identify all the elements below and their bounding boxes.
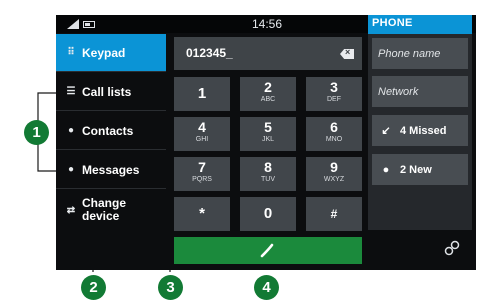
phone-name-field: Phone name xyxy=(372,38,468,69)
menu-item-label-line2: device xyxy=(82,209,120,223)
key-hash[interactable]: # xyxy=(306,197,362,231)
battery-icon xyxy=(83,21,95,28)
menu-item-label: Messages xyxy=(82,162,140,177)
menu-item-keypad[interactable]: ⠿ Keypad xyxy=(56,34,166,72)
clock: 14:56 xyxy=(252,17,283,31)
menu-item-contacts[interactable]: ● Contacts xyxy=(56,112,166,150)
menu-item-label: Contacts xyxy=(82,123,134,138)
menu-item-label-line1: Change xyxy=(82,196,127,210)
message-icon: ● xyxy=(382,163,390,176)
menu-item-label: Keypad xyxy=(82,45,126,60)
number-input[interactable]: 012345_ × xyxy=(174,37,362,70)
message-icon: ● xyxy=(67,164,75,175)
key-3[interactable]: 3 DEF xyxy=(306,77,362,111)
key-2[interactable]: 2 ABC xyxy=(240,77,296,111)
menu-item-call-lists[interactable]: ☰ Call lists xyxy=(56,73,166,111)
keypad-icon: ⠿ xyxy=(67,47,75,58)
key-star[interactable]: * xyxy=(174,197,230,231)
phone-panel-title: PHONE xyxy=(372,17,413,29)
link-icon[interactable] xyxy=(444,240,460,256)
key-1[interactable]: 1 xyxy=(174,77,230,111)
key-7[interactable]: 7 PQRS xyxy=(174,157,230,191)
key-4[interactable]: 4 GHI xyxy=(174,117,230,151)
new-messages-label: 2 New xyxy=(400,163,432,176)
menu-item-label: Call lists xyxy=(82,84,132,99)
callout-2: 2 xyxy=(81,275,106,300)
key-5[interactable]: 5 JKL xyxy=(240,117,296,151)
missed-calls-label: 4 Missed xyxy=(400,124,447,137)
menu-item-messages[interactable]: ● Messages xyxy=(56,151,166,189)
callout-1: 1 xyxy=(24,120,49,145)
menu-item-change-device[interactable]: ⇄ Change device xyxy=(56,190,166,230)
dialed-number: 012345_ xyxy=(186,46,233,60)
callout-3: 3 xyxy=(158,275,183,300)
signal-icon xyxy=(67,19,79,29)
key-0[interactable]: 0 xyxy=(240,197,296,231)
key-9[interactable]: 9 WXYZ xyxy=(306,157,362,191)
callout-4: 4 xyxy=(254,275,279,300)
key-8[interactable]: 8 TUV xyxy=(240,157,296,191)
key-6[interactable]: 6 MNO xyxy=(306,117,362,151)
phone-handset-icon xyxy=(260,243,274,258)
list-icon: ☰ xyxy=(66,86,76,97)
missed-call-icon: ↙ xyxy=(381,125,391,137)
network-field: Network xyxy=(372,76,468,107)
contact-icon: ● xyxy=(67,125,75,136)
backspace-icon[interactable]: × xyxy=(340,49,354,59)
call-button[interactable] xyxy=(174,237,362,264)
missed-calls-button[interactable]: ↙ 4 Missed xyxy=(372,115,468,146)
change-device-icon: ⇄ xyxy=(66,204,76,216)
new-messages-button[interactable]: ● 2 New xyxy=(372,154,468,185)
infotainment-screen: 14:56 PHONE ⠿ Keypad ☰ Call lists ● Cont… xyxy=(56,15,476,270)
